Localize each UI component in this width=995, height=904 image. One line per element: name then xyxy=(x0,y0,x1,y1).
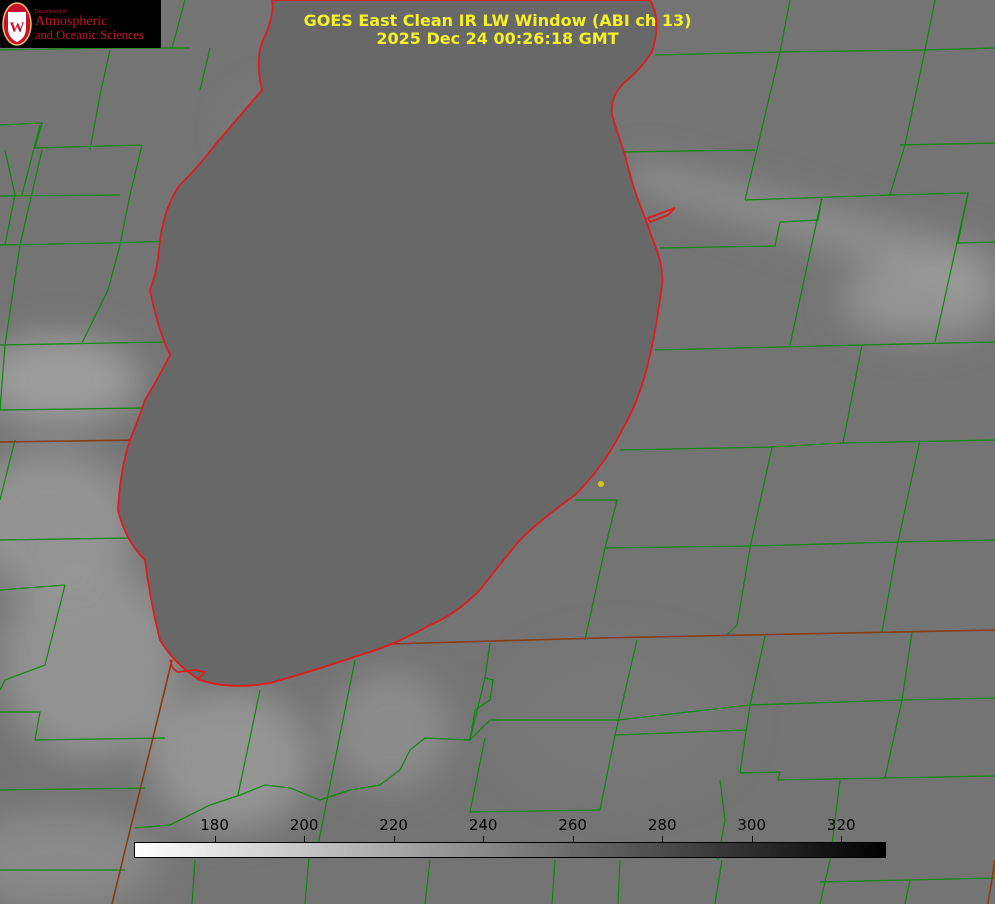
image-title: GOES East Clean IR LW Window (ABI ch 13)… xyxy=(290,12,705,48)
colorbar-tick-mark xyxy=(662,836,664,842)
logo-name-line2: and Oceanic Sciences xyxy=(35,28,144,42)
colorbar-tick-mark xyxy=(214,836,216,842)
seal-letter: W xyxy=(10,20,25,36)
temperature-colorbar xyxy=(134,842,886,858)
map-canvas xyxy=(0,0,995,904)
uw-aos-logo: W Department of Atmospheric and Oceanic … xyxy=(0,0,161,48)
title-product: GOES East Clean IR LW Window (ABI ch 13) xyxy=(303,11,692,30)
colorbar-tick-label: 220 xyxy=(379,816,408,834)
colorbar-tick-mark xyxy=(751,836,753,842)
colorbar-tick-mark xyxy=(304,836,306,842)
uw-seal-icon: W xyxy=(2,2,32,46)
colorbar-tick-mark xyxy=(483,836,485,842)
satellite-image: W Department of Atmospheric and Oceanic … xyxy=(0,0,995,904)
colorbar-tick-label: 180 xyxy=(200,816,229,834)
colorbar-tick-label: 200 xyxy=(289,816,319,834)
colorbar-tick-label: 280 xyxy=(647,816,677,834)
colorbar-tick-mark xyxy=(572,836,574,842)
colorbar-tick-label: 320 xyxy=(826,816,856,834)
location-marker xyxy=(598,481,604,487)
colorbar-tick-mark xyxy=(841,836,843,842)
colorbar-tick-label: 300 xyxy=(737,816,767,834)
colorbar-tick-label: 260 xyxy=(558,816,587,834)
colorbar-tick-label: 240 xyxy=(468,816,498,834)
colorbar-tick-mark xyxy=(393,836,395,842)
title-timestamp: 2025 Dec 24 00:26:18 GMT xyxy=(376,29,619,48)
